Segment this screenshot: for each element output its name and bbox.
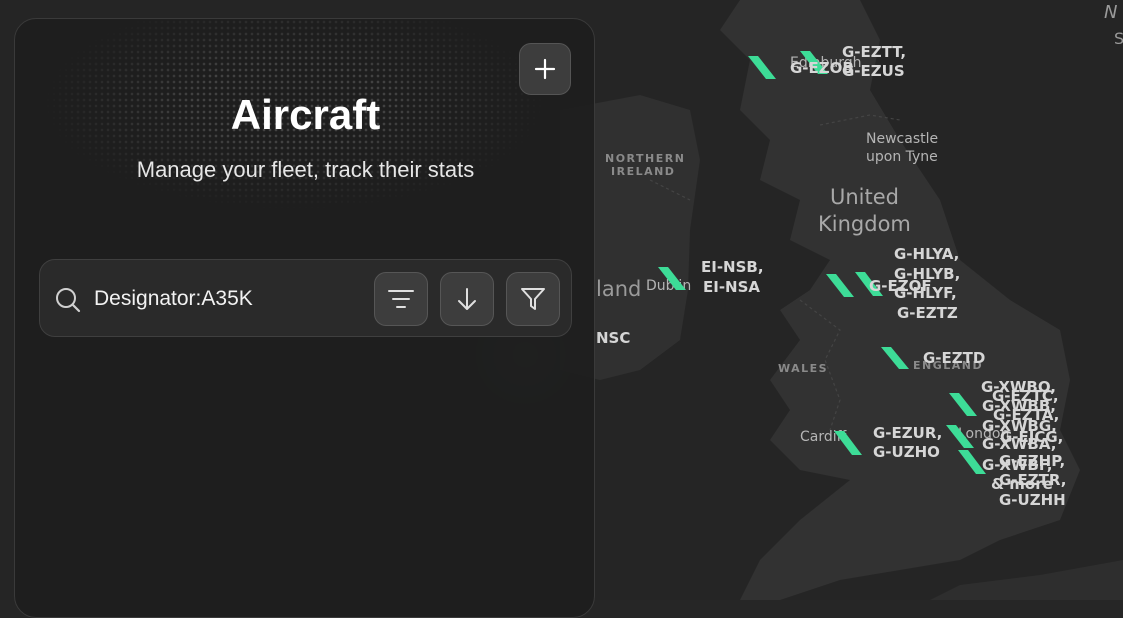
aircraft-label[interactable]: G-EZTZ xyxy=(897,304,958,322)
search-input[interactable] xyxy=(94,284,364,314)
add-aircraft-button[interactable] xyxy=(519,43,571,95)
aircraft-label[interactable]: G-HLYA, xyxy=(894,245,959,263)
aircraft-label[interactable]: G-UZHH xyxy=(999,491,1066,509)
search-bar xyxy=(39,259,572,337)
sort-options-button[interactable] xyxy=(374,272,428,326)
aircraft-label[interactable]: EI-NSB, xyxy=(701,258,764,276)
funnel-icon xyxy=(521,288,545,310)
aircraft-label[interactable]: G-EZOB xyxy=(790,59,854,77)
sort-direction-button[interactable] xyxy=(440,272,494,326)
map-label-corner-2: S xyxy=(1114,29,1123,48)
plus-icon xyxy=(534,58,556,80)
aircraft-label[interactable]: G-EZUR, xyxy=(873,424,942,442)
aircraft-label[interactable]: G-EZTD xyxy=(923,349,985,367)
map-label-wales: WALES xyxy=(778,362,828,375)
dotted-world-map-background xyxy=(15,19,594,259)
aircraft-label[interactable]: G-EZTR, xyxy=(999,471,1066,489)
arrow-down-icon xyxy=(458,288,476,310)
search-icon xyxy=(56,288,81,313)
page-title: Aircraft xyxy=(230,91,381,138)
aircraft-label[interactable]: G-EZOF xyxy=(869,277,932,295)
map-label-kingdom: Kingdom xyxy=(818,212,911,236)
map-label-upon-tyne: upon Tyne xyxy=(866,149,938,165)
map-label-corner: N xyxy=(1104,2,1117,23)
sort-lines-icon xyxy=(388,290,414,308)
map-label-united: United xyxy=(830,185,899,209)
aircraft-label[interactable]: G-EJCG, xyxy=(1000,428,1063,446)
map-label-newcastle: Newcastle xyxy=(866,131,938,147)
aircraft-panel: Aircraft Manage your fleet, track their … xyxy=(14,18,595,618)
filter-button[interactable] xyxy=(506,272,560,326)
map-label-ireland: IRELAND xyxy=(611,165,675,178)
page-subtitle: Manage your fleet, track their stats xyxy=(136,157,475,182)
aircraft-label[interactable]: G-UZHO xyxy=(873,443,940,461)
map-label-ireland-partial: land xyxy=(596,277,641,301)
map-label-northern: NORTHERN xyxy=(605,152,685,165)
aircraft-label[interactable]: EI-NSA xyxy=(703,278,760,296)
aircraft-label-partial: NSC xyxy=(596,329,630,347)
